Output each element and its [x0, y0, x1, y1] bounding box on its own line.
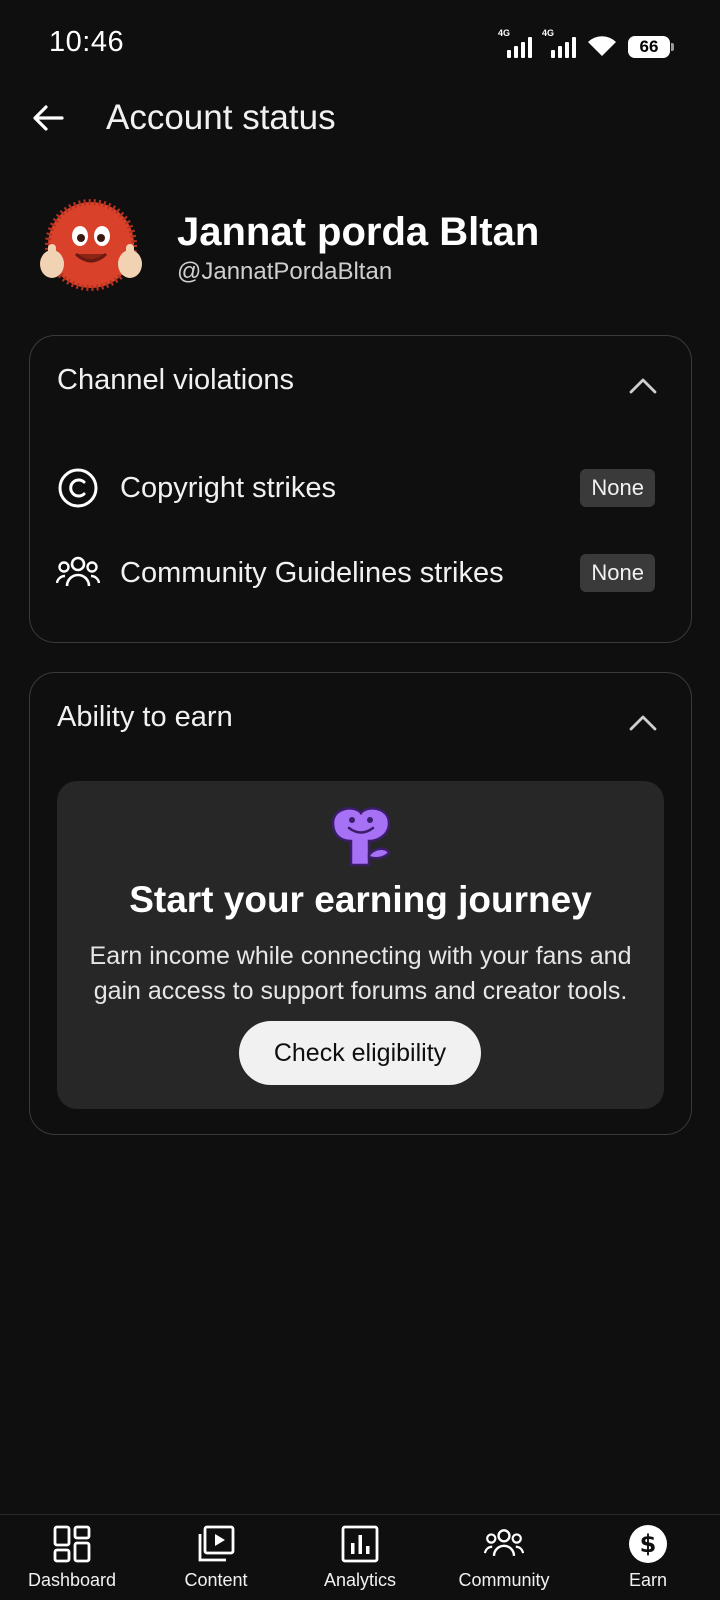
community-guidelines-strikes-label: Community Guidelines strikes: [120, 556, 504, 589]
channel-name: Jannat porda Bltan: [177, 210, 540, 254]
chevron-up-icon: [629, 715, 657, 731]
page-title: Account status: [106, 98, 336, 137]
channel-violations-card: Channel violations Copyright strikes Non…: [29, 335, 692, 643]
battery-icon: 66: [628, 36, 674, 58]
ability-to-earn-title: Ability to earn: [57, 701, 233, 733]
bottom-navigation: Dashboard Content Analytics Community $ …: [0, 1514, 720, 1600]
analytics-icon: [340, 1524, 380, 1564]
community-guidelines-strikes-row[interactable]: Community Guidelines strikes None: [56, 543, 655, 603]
nav-label: Dashboard: [27, 1570, 117, 1590]
nav-earn[interactable]: $ Earn: [576, 1515, 720, 1600]
status-badge: None: [580, 469, 655, 507]
nav-content[interactable]: Content: [144, 1515, 288, 1600]
earning-journey-description: Earn income while connecting with your f…: [89, 942, 632, 1005]
nav-label: Earn: [628, 1570, 668, 1590]
svg-text:$: $: [640, 1530, 657, 1558]
avatar: [34, 190, 148, 304]
nav-label: Community: [458, 1570, 550, 1590]
nav-label: Content: [184, 1570, 248, 1590]
collapse-violations-button[interactable]: [625, 368, 661, 404]
cell-signal-icon: 4G: [498, 28, 532, 58]
check-eligibility-button[interactable]: Check eligibility: [239, 1021, 481, 1085]
status-bar: 10:46 4G 4G 66: [0, 0, 720, 88]
nav-community[interactable]: Community: [432, 1515, 576, 1600]
content-icon: [196, 1524, 236, 1564]
collapse-earn-button[interactable]: [625, 705, 661, 741]
copyright-strikes-label: Copyright strikes: [120, 471, 336, 504]
copyright-icon: [56, 466, 100, 510]
dashboard-icon: [52, 1524, 92, 1564]
nav-dashboard[interactable]: Dashboard: [0, 1515, 144, 1600]
cell-signal-icon: 4G: [542, 28, 576, 58]
back-button[interactable]: [26, 96, 70, 140]
people-icon: [56, 551, 100, 595]
earning-journey-heading: Start your earning journey: [129, 879, 592, 920]
mascot-icon: [325, 801, 397, 873]
ability-to-earn-card: Ability to earn Start your earning journ…: [29, 672, 692, 1135]
earning-journey-panel: Start your earning journey Earn income w…: [57, 781, 664, 1109]
avatar-image: [40, 199, 142, 291]
wifi-icon: [588, 36, 616, 56]
status-badge: None: [580, 554, 655, 592]
channel-handle: @JannatPordaBltan: [177, 258, 393, 285]
nav-label: Analytics: [323, 1570, 397, 1590]
status-icons: 4G 4G 66: [498, 28, 674, 58]
community-icon: [484, 1524, 524, 1564]
copyright-strikes-row[interactable]: Copyright strikes None: [56, 458, 655, 518]
arrow-back-icon: [33, 105, 64, 131]
chevron-up-icon: [629, 378, 657, 394]
earn-dollar-icon: $: [628, 1524, 668, 1564]
nav-analytics[interactable]: Analytics: [288, 1515, 432, 1600]
status-time: 10:46: [49, 26, 125, 58]
channel-violations-title: Channel violations: [57, 364, 294, 396]
